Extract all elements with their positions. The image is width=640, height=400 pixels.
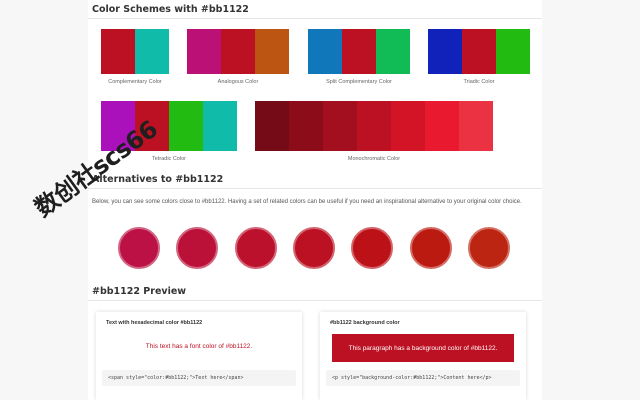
text-color-preview-card: Text with hexadecimal color #bb1122 This… bbox=[96, 312, 302, 400]
color-schemes-heading: Color Schemes with #bb1122 bbox=[92, 4, 249, 15]
alternative-color-circle[interactable] bbox=[468, 227, 510, 269]
color-swatch[interactable] bbox=[391, 101, 425, 151]
swatch-row bbox=[255, 101, 493, 151]
color-swatch[interactable] bbox=[135, 29, 169, 74]
color-swatch[interactable] bbox=[203, 101, 237, 151]
color-swatch[interactable] bbox=[221, 29, 255, 74]
swatch-row bbox=[101, 29, 169, 74]
alternative-color-circle[interactable] bbox=[410, 227, 452, 269]
alternative-color-circle[interactable] bbox=[293, 227, 335, 269]
section-divider bbox=[88, 188, 542, 189]
color-swatch[interactable] bbox=[496, 29, 530, 74]
color-swatch[interactable] bbox=[323, 101, 357, 151]
alternative-color-circle[interactable] bbox=[176, 227, 218, 269]
color-swatch[interactable] bbox=[425, 101, 459, 151]
color-swatch[interactable] bbox=[255, 101, 289, 151]
scheme-label: Split Complementary Color bbox=[326, 79, 392, 85]
code-snippet[interactable]: <p style="background-color:#bb1122;">Con… bbox=[326, 370, 520, 386]
card-title: #bb1122 background color bbox=[330, 320, 400, 326]
preview-heading: #bb1122 Preview bbox=[92, 286, 187, 297]
color-swatch[interactable] bbox=[342, 29, 376, 74]
scheme-label: Monochromatic Color bbox=[347, 156, 401, 162]
card-title: Text with hexadecimal color #bb1122 bbox=[106, 320, 203, 326]
alternative-color-circle[interactable] bbox=[118, 227, 160, 269]
swatch-row bbox=[308, 29, 410, 74]
alternative-color-circle[interactable] bbox=[235, 227, 277, 269]
color-swatch[interactable] bbox=[459, 101, 493, 151]
alternative-colors bbox=[118, 227, 538, 277]
scheme-monochromatic: Monochromatic Color bbox=[255, 101, 493, 162]
color-swatch[interactable] bbox=[289, 101, 323, 151]
scheme-triadic: Triadic Color bbox=[428, 29, 530, 85]
scheme-label: Complementary Color bbox=[108, 79, 162, 85]
scheme-label: Triadic Color bbox=[463, 79, 495, 85]
scheme-analogous: Analogous Color bbox=[187, 29, 289, 85]
swatch-row bbox=[428, 29, 530, 74]
color-swatch[interactable] bbox=[357, 101, 391, 151]
content-page: Color Schemes with #bb1122 Complementary… bbox=[88, 0, 542, 400]
alternatives-description: Below, you can see some colors close to … bbox=[92, 199, 522, 205]
code-snippet[interactable]: <span style="color:#bb1122;">Text here</… bbox=[102, 370, 296, 386]
color-swatch[interactable] bbox=[462, 29, 496, 74]
swatch-row bbox=[187, 29, 289, 74]
section-divider bbox=[88, 300, 542, 301]
color-swatch[interactable] bbox=[255, 29, 289, 74]
scheme-split-complementary: Split Complementary Color bbox=[308, 29, 410, 85]
color-swatch[interactable] bbox=[308, 29, 342, 74]
alternative-color-circle[interactable] bbox=[351, 227, 393, 269]
section-divider bbox=[88, 18, 542, 19]
text-color-sample: This text has a font color of #bb1122. bbox=[145, 343, 253, 350]
scheme-label: Analogous Color bbox=[217, 79, 259, 85]
color-swatch[interactable] bbox=[376, 29, 410, 74]
background-color-preview-card: #bb1122 background color This paragraph … bbox=[320, 312, 526, 400]
color-swatch[interactable] bbox=[101, 29, 135, 74]
background-color-sample: This paragraph has a background color of… bbox=[332, 334, 514, 362]
color-swatch[interactable] bbox=[428, 29, 462, 74]
color-swatch[interactable] bbox=[187, 29, 221, 74]
scheme-complementary: Complementary Color bbox=[101, 29, 169, 85]
